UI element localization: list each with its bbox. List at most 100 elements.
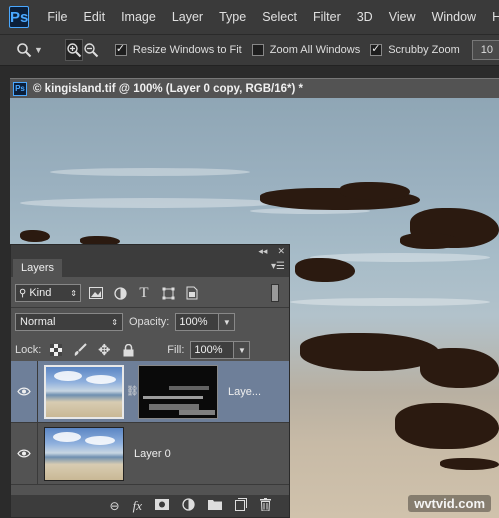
fill-input[interactable]: 100% [190, 341, 235, 359]
layer-mask-thumbnail[interactable] [138, 364, 218, 419]
opacity-slider-chevron-down-icon[interactable]: ▼ [219, 313, 236, 331]
layer-row-copy[interactable]: ⛓ Laye... [11, 360, 289, 423]
scrubby-zoom-checkbox[interactable]: Scrubby Zoom [370, 42, 460, 56]
lock-position-move-icon[interactable]: ✥ [95, 341, 113, 359]
filter-toggle-switch[interactable] [271, 284, 279, 302]
layers-panel-footer: ⊖ fx [11, 495, 289, 517]
wave-highlight [20, 198, 280, 208]
layer-thumbnail[interactable] [44, 364, 124, 419]
panel-tab-row: Layers ▾☰ [11, 257, 289, 277]
lock-transparent-pixels-icon[interactable] [47, 341, 65, 359]
filter-kind-search-icon: ⚲ [19, 287, 27, 299]
opacity-input[interactable]: 100% [175, 313, 220, 331]
scrubby-zoom-label: Scrubby Zoom [388, 44, 460, 56]
resize-windows-checkbox[interactable]: Resize Windows to Fit [114, 42, 242, 56]
checkbox-box[interactable] [114, 42, 127, 56]
kelp-cluster [300, 333, 440, 371]
actual-pixels-button[interactable]: 10 [471, 40, 499, 60]
options-bar: ▼ Resize Windows to Fit Zoom All Windows… [0, 34, 499, 66]
checkbox-box[interactable] [251, 44, 264, 56]
filter-kind-select[interactable]: ⚲ Kind ⇕ [15, 284, 81, 302]
document-tab[interactable]: Ps © kingisland.tif @ 100% (Layer 0 copy… [10, 78, 499, 98]
visibility-eye-icon[interactable] [11, 387, 37, 396]
menu-layer[interactable]: Layer [164, 10, 211, 24]
wave-highlight [50, 168, 250, 176]
document-file-icon: Ps [13, 81, 27, 96]
new-adjustment-layer-icon[interactable] [182, 498, 195, 514]
collapse-panel-icon[interactable]: ◂◂ [258, 246, 267, 257]
zoom-all-windows-checkbox[interactable]: Zoom All Windows [251, 44, 361, 56]
menu-image[interactable]: Image [113, 10, 164, 24]
panel-header-bar: ◂◂ ✕ [11, 245, 289, 257]
delete-layer-trash-icon[interactable] [260, 498, 271, 514]
panel-menu-icon[interactable]: ▾☰ [271, 261, 285, 272]
kelp-cluster [340, 182, 410, 200]
mask-detail [169, 385, 209, 390]
kelp-cluster [400, 233, 460, 249]
menu-3d[interactable]: 3D [349, 10, 381, 24]
add-layer-mask-icon[interactable] [155, 499, 169, 513]
column-divider [37, 422, 38, 485]
layer-thumbnail[interactable] [44, 426, 124, 481]
new-layer-icon[interactable] [235, 498, 247, 514]
menu-window[interactable]: Window [424, 10, 484, 24]
kelp-cluster [295, 258, 355, 282]
chevron-updown-icon: ⇕ [70, 288, 77, 298]
zoom-out-icon[interactable] [83, 39, 99, 61]
menu-file[interactable]: File [39, 10, 75, 24]
menu-bar: Ps File Edit Image Layer Type Select Fil… [0, 0, 499, 34]
blend-row: Normal ⇕ Opacity: 100% ▼ [11, 308, 289, 336]
column-divider [37, 360, 38, 423]
menu-edit[interactable]: Edit [76, 10, 114, 24]
menu-select[interactable]: Select [254, 10, 305, 24]
kelp-cluster [440, 458, 499, 470]
layer-filter-row: ⚲ Kind ⇕ T [11, 279, 289, 307]
tool-preset-chevron-down-icon[interactable]: ▼ [34, 45, 43, 55]
document-title: © kingisland.tif @ 100% (Layer 0 copy, R… [33, 82, 303, 95]
opacity-label: Opacity: [129, 316, 170, 328]
layer-mask-link-icon[interactable]: ⛓ [126, 386, 139, 397]
pixel-layer-filter-icon[interactable] [87, 284, 105, 302]
layers-panel: ◂◂ ✕ Layers ▾☰ ⚲ Kind ⇕ T Normal ⇕ Opaci… [10, 244, 290, 518]
lock-image-pixels-brush-icon[interactable] [71, 341, 89, 359]
layer-style-fx-icon[interactable]: fx [133, 498, 142, 514]
type-layer-filter-icon[interactable]: T [135, 284, 153, 302]
fill-label: Fill: [167, 344, 185, 356]
watermark: wvtvid.com [408, 495, 491, 512]
kelp-cluster [420, 348, 499, 388]
fill-slider-chevron-down-icon[interactable]: ▼ [234, 341, 251, 359]
thumbnail-cloud [85, 435, 115, 445]
checkbox-box[interactable] [370, 42, 383, 56]
blend-mode-select[interactable]: Normal ⇕ [15, 313, 123, 331]
kelp-cluster [395, 403, 499, 449]
lock-all-padlock-icon[interactable] [119, 341, 137, 359]
blend-mode-value: Normal [20, 316, 56, 328]
visibility-eye-icon[interactable] [11, 449, 37, 458]
filter-kind-label: Kind [29, 287, 52, 299]
thumbnail-cloud [86, 374, 116, 384]
smart-object-filter-icon[interactable] [183, 284, 201, 302]
layer-name[interactable]: Layer 0 [134, 448, 171, 460]
layer-name[interactable]: Laye... [228, 386, 261, 398]
mask-detail [179, 409, 215, 415]
resize-windows-label: Resize Windows to Fit [132, 44, 242, 56]
zoom-tool-icon[interactable] [16, 39, 32, 61]
lock-label: Lock: [15, 344, 42, 356]
new-group-folder-icon[interactable] [208, 499, 222, 513]
photoshop-logo: Ps [9, 6, 30, 28]
close-panel-icon[interactable]: ✕ [277, 246, 285, 257]
link-layers-icon[interactable]: ⊖ [110, 499, 120, 513]
tab-layers[interactable]: Layers [13, 259, 63, 277]
zoom-all-windows-label: Zoom All Windows [269, 44, 361, 56]
layer-row-base[interactable]: Layer 0 [11, 422, 289, 485]
left-toolbar-edge [0, 66, 10, 518]
zoom-in-icon[interactable] [64, 39, 83, 61]
menu-type[interactable]: Type [211, 10, 254, 24]
menu-help[interactable]: He [484, 10, 499, 24]
menu-view[interactable]: View [381, 10, 424, 24]
menu-filter[interactable]: Filter [305, 10, 349, 24]
thumbnail-cloud [53, 431, 81, 442]
shape-layer-filter-icon[interactable] [159, 284, 177, 302]
adjustment-layer-filter-icon[interactable] [111, 284, 129, 302]
thumbnail-cloud [54, 370, 82, 381]
